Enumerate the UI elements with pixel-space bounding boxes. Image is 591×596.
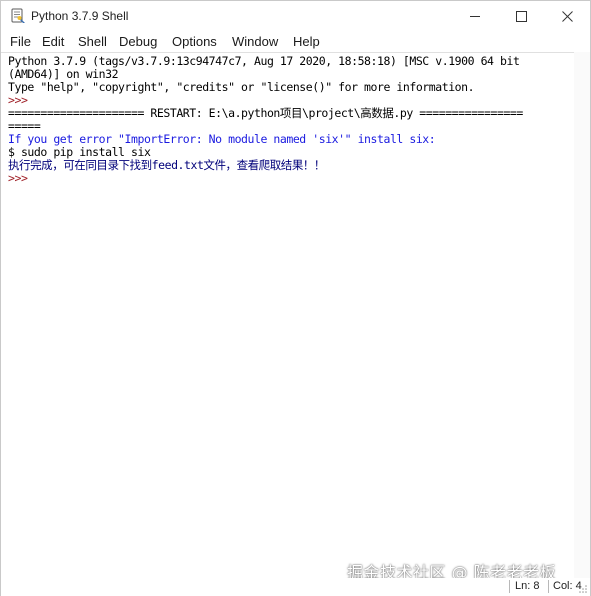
menu-shell[interactable]: Shell xyxy=(77,34,108,49)
resize-grip-icon[interactable] xyxy=(578,584,588,594)
completion-message-line: 执行完成，可在同目录下找到feed.txt文件，查看爬取结果！！ xyxy=(8,158,325,172)
status-bar: Ln: 8 Col: 4 xyxy=(1,578,590,596)
shell-prompt: >>> xyxy=(8,171,28,185)
menu-file[interactable]: File xyxy=(9,34,32,49)
menu-bar: File Edit Shell Debug Options Window Hel… xyxy=(1,32,590,52)
banner-line: Type "help", "copyright", "credits" or "… xyxy=(8,80,475,94)
title-bar[interactable]: Python 3.7.9 Shell xyxy=(1,1,590,32)
python-idle-icon xyxy=(11,8,25,23)
close-button[interactable] xyxy=(544,1,590,32)
maximize-button[interactable] xyxy=(498,1,544,32)
restart-line: ===================== RESTART: E:\a.pyth… xyxy=(8,106,523,120)
vertical-scrollbar[interactable] xyxy=(574,52,590,578)
status-divider xyxy=(548,580,549,593)
idle-shell-window: Python 3.7.9 Shell File Edit Shell Debug… xyxy=(0,0,591,596)
minimize-icon xyxy=(469,16,480,17)
close-icon xyxy=(561,11,573,22)
menu-edit[interactable]: Edit xyxy=(41,34,65,49)
minimize-button[interactable] xyxy=(452,1,498,32)
maximize-icon xyxy=(515,11,527,22)
status-divider xyxy=(509,580,510,593)
menu-options[interactable]: Options xyxy=(171,34,218,49)
menu-window[interactable]: Window xyxy=(231,34,279,49)
menu-debug[interactable]: Debug xyxy=(118,34,158,49)
window-title: Python 3.7.9 Shell xyxy=(31,9,129,23)
menu-help[interactable]: Help xyxy=(292,34,321,49)
shell-text-area[interactable]: Python 3.7.9 (tags/v3.7.9:13c94747c7, Au… xyxy=(1,52,574,579)
status-line-number: Ln: 8 xyxy=(515,580,540,592)
